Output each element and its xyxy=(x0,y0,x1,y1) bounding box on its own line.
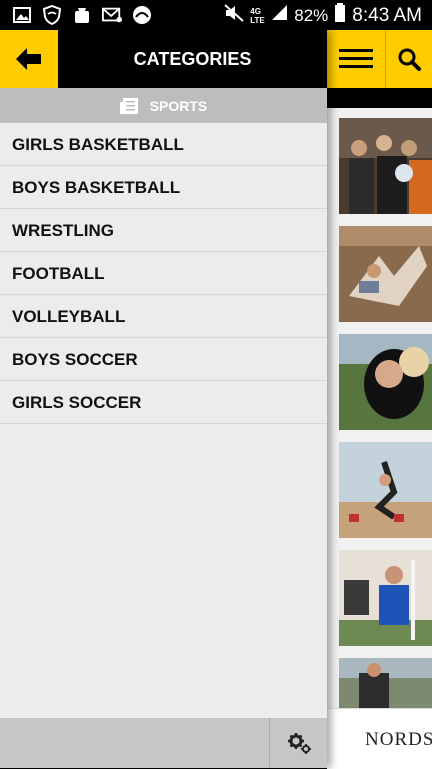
newspaper-icon xyxy=(119,97,138,114)
article-thumbnail[interactable] xyxy=(339,658,432,708)
notification-icons xyxy=(12,5,152,25)
mute-icon xyxy=(224,4,244,27)
article-thumbnail[interactable] xyxy=(339,550,432,646)
gallery-icon xyxy=(12,5,32,25)
search-icon xyxy=(398,48,421,71)
settings-gears-icon xyxy=(287,733,311,754)
category-wrestling[interactable]: WRESTLING xyxy=(0,209,327,252)
system-indicators: 4G LTE 82% 8:43 AM xyxy=(224,3,422,28)
page-subheader xyxy=(327,88,432,108)
category-volleyball[interactable]: VOLLEYBALL xyxy=(0,295,327,338)
settings-button[interactable] xyxy=(269,718,327,768)
footer-brand-text: NORDS xyxy=(365,729,432,750)
categories-drawer: CATEGORIES SPORTS GIRLS BASKETBALL BOYS … xyxy=(0,30,327,768)
category-list: GIRLS BASKETBALL BOYS BASKETBALL WRESTLI… xyxy=(0,123,327,424)
section-header: SPORTS xyxy=(0,88,327,123)
article-thumbnail[interactable] xyxy=(339,118,432,214)
status-bar: 4G LTE 82% 8:43 AM xyxy=(0,0,432,30)
article-thumbnail[interactable] xyxy=(339,226,432,322)
page-footer: NORDS xyxy=(327,708,432,769)
battery-icon xyxy=(334,3,346,28)
article-thumbnail[interactable] xyxy=(339,442,432,538)
drawer-footer xyxy=(0,718,327,768)
battery-percent: 82% xyxy=(294,5,329,25)
category-football[interactable]: FOOTBALL xyxy=(0,252,327,295)
drawer-title: CATEGORIES xyxy=(133,49,252,69)
back-arrow-icon xyxy=(16,48,41,70)
search-button[interactable] xyxy=(386,30,432,88)
category-girls-basketball[interactable]: GIRLS BASKETBALL xyxy=(0,123,327,166)
network-type-icon: 4G LTE xyxy=(250,6,265,25)
tmobile-icon xyxy=(72,5,92,25)
signal-icon xyxy=(270,4,288,27)
category-boys-soccer[interactable]: BOYS SOCCER xyxy=(0,338,327,381)
app-icon xyxy=(132,5,152,25)
email-icon xyxy=(102,5,122,25)
category-girls-soccer[interactable]: GIRLS SOCCER xyxy=(0,381,327,424)
shield-wifi-icon xyxy=(42,5,62,25)
hamburger-icon xyxy=(339,49,373,68)
drawer-header: CATEGORIES xyxy=(0,30,327,88)
section-label: SPORTS xyxy=(149,97,208,114)
back-button[interactable] xyxy=(0,30,58,88)
hamburger-menu-button[interactable] xyxy=(327,30,386,88)
background-page: NORDS xyxy=(327,30,432,769)
clock: 8:43 AM xyxy=(352,4,422,26)
page-header xyxy=(327,30,432,88)
article-thumbnail[interactable] xyxy=(339,334,432,430)
category-boys-basketball[interactable]: BOYS BASKETBALL xyxy=(0,166,327,209)
